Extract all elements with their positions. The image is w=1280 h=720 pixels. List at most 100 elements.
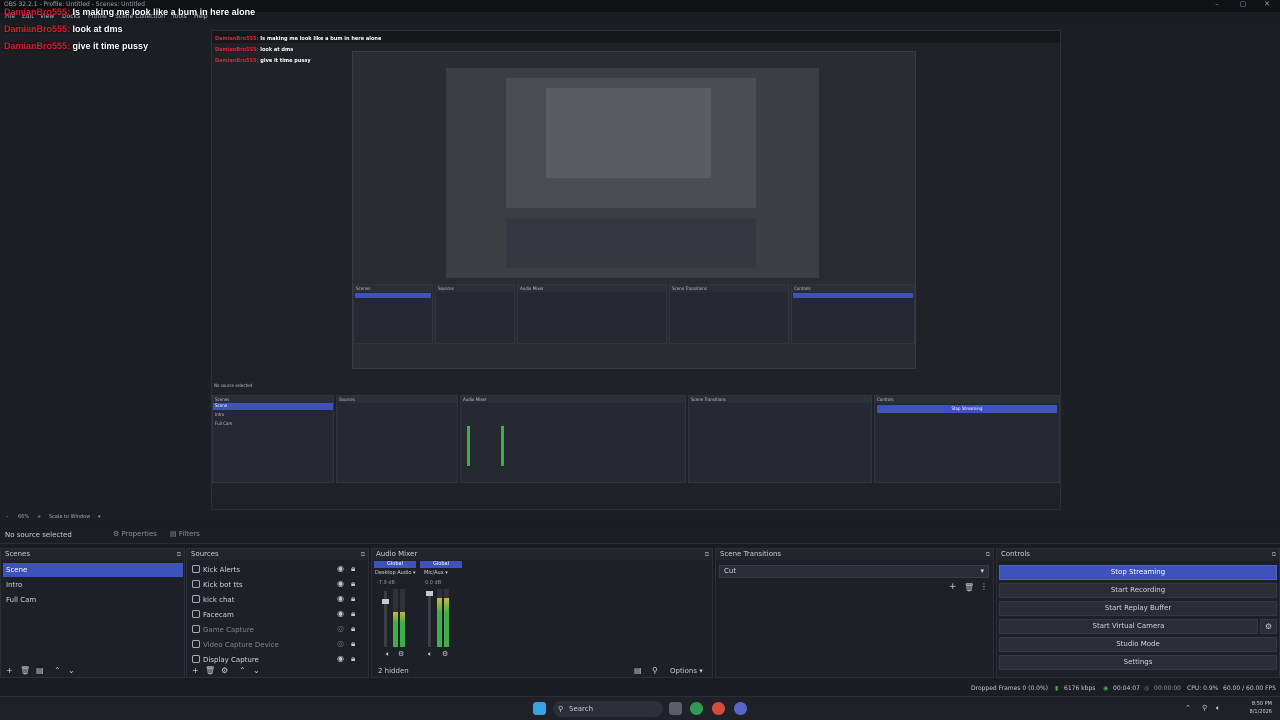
settings-button[interactable]: Settings <box>999 655 1277 670</box>
source-item[interactable]: Game Capture <box>189 623 334 637</box>
gear-icon[interactable]: ⚙ <box>398 650 404 658</box>
zoom-in-icon[interactable]: + <box>37 514 41 520</box>
hidden-count[interactable]: 2 hidden <box>378 667 409 675</box>
transition-select[interactable]: Cut ▾ <box>719 565 989 578</box>
eye-icon[interactable]: ◉ <box>337 564 344 573</box>
record-icon: ◎ <box>1144 685 1150 692</box>
volume-icon[interactable]: 🔈︎ <box>1216 704 1220 713</box>
mixer-layout-icon[interactable]: ▤ <box>634 666 642 675</box>
lock-icon[interactable]: 🔒︎ <box>351 639 355 649</box>
start-recording-button[interactable]: Start Recording <box>999 583 1277 598</box>
volume-handle[interactable] <box>382 599 389 604</box>
eye-icon[interactable]: ◉ <box>337 609 344 618</box>
move-down-icon[interactable]: ⌄ <box>253 666 260 675</box>
eye-icon[interactable]: ◉ <box>337 594 344 603</box>
add-icon[interactable]: + <box>6 666 13 675</box>
trash-icon[interactable]: 🗑 <box>20 666 30 675</box>
zoom-out-icon[interactable]: – <box>6 514 9 520</box>
speaker-icon[interactable]: 🔈︎ <box>428 650 432 659</box>
nested-scenes-dock: Scenes Scene Intro Full Cam <box>212 395 334 483</box>
lock-icon[interactable]: 🔒︎ <box>351 594 355 604</box>
nested-chat-line: DamianBro555: look at dms <box>215 47 294 53</box>
lock-icon[interactable]: 🔒︎ <box>351 654 355 664</box>
fps: 60.00 / 60.00 FPS <box>1223 685 1276 692</box>
lock-icon[interactable]: 🔒︎ <box>351 579 355 589</box>
chevron-down-icon[interactable]: ▾ <box>98 514 101 520</box>
lock-icon[interactable]: 🔒︎ <box>351 624 355 634</box>
channel-name[interactable]: Desktop Audio ▾ <box>375 570 416 576</box>
maximize-button[interactable]: ▢ <box>1232 0 1254 10</box>
source-item[interactable]: kick chat <box>189 593 334 607</box>
close-button[interactable]: ✕ <box>1256 0 1278 10</box>
audio-mixer-title: Audio Mixer ⧉ <box>372 549 712 560</box>
filters-button[interactable]: ▤ Filters <box>170 530 200 538</box>
start-virtual-camera-button[interactable]: Start Virtual Camera <box>999 619 1258 634</box>
scale-mode-select[interactable]: Scale to Window <box>49 514 90 520</box>
scene-item[interactable]: Full Cam <box>3 593 183 607</box>
float-icon[interactable]: ⧉ <box>705 549 709 560</box>
studio-mode-button[interactable]: Studio Mode <box>999 637 1277 652</box>
volume-slider[interactable] <box>428 591 431 647</box>
link-icon[interactable]: ⚲ <box>652 666 658 675</box>
trash-icon[interactable]: 🗑 <box>964 583 974 592</box>
add-icon[interactable]: + <box>949 582 957 592</box>
source-item[interactable]: Facecam <box>189 608 334 622</box>
status-bar: Dropped Frames 0 (0.0%) ▮ 6176 kbps ◉ 00… <box>0 682 1280 696</box>
chrome-icon[interactable] <box>690 702 703 715</box>
chat-text: give it time pussy <box>72 41 149 51</box>
stream-time: 00:04:07 <box>1113 685 1140 692</box>
eye-icon[interactable]: ◉ <box>337 654 344 663</box>
filter-icon[interactable]: ▤ <box>36 666 44 675</box>
eye-icon[interactable]: ◉ <box>337 579 344 588</box>
trash-icon[interactable]: 🗑 <box>205 666 215 675</box>
obs-icon[interactable] <box>734 702 747 715</box>
eye-hidden-icon[interactable]: ◎ <box>337 639 344 648</box>
move-up-icon[interactable]: ⌃ <box>54 666 61 675</box>
taskbar-search[interactable]: ⚲ Search <box>553 701 663 717</box>
scene-item[interactable]: Intro <box>3 578 183 592</box>
move-down-icon[interactable]: ⌄ <box>68 666 75 675</box>
stop-streaming-button[interactable]: Stop Streaming <box>999 565 1277 580</box>
properties-button[interactable]: ⚙ Properties <box>113 530 157 538</box>
float-icon[interactable]: ⧉ <box>986 549 990 560</box>
nested-audio-dock: Audio Mixer <box>460 395 686 483</box>
virtual-camera-gear-icon[interactable]: ⚙ <box>1260 619 1277 634</box>
speaker-icon[interactable]: 🔈︎ <box>386 650 390 659</box>
nested-docks-level2: Scenes Sources Audio Mixer Scene Transit… <box>353 284 915 360</box>
chat-username: DamianBro555: <box>4 7 71 17</box>
windows-start-icon[interactable] <box>533 702 546 715</box>
source-item[interactable]: Kick Alerts <box>189 563 334 577</box>
source-item[interactable]: Video Capture Device <box>189 638 334 652</box>
float-icon[interactable]: ⧉ <box>361 549 365 560</box>
more-icon[interactable]: ⋮ <box>980 582 988 591</box>
taskbar-clock[interactable]: 8:50 PM 8/1/2026 <box>1250 700 1272 716</box>
tray-chevron-icon[interactable]: ⌃ <box>1185 704 1191 712</box>
scene-item[interactable]: Scene <box>3 563 183 577</box>
browser-source-icon <box>192 565 200 573</box>
channel-name[interactable]: Mic/Aux ▾ <box>424 570 448 576</box>
source-item[interactable]: Kick bot tts <box>189 578 334 592</box>
eye-hidden-icon[interactable]: ◎ <box>337 624 344 633</box>
start-replay-buffer-button[interactable]: Start Replay Buffer <box>999 601 1277 616</box>
scene-transitions-title: Scene Transitions ⧉ <box>716 549 993 560</box>
float-icon[interactable]: ⧉ <box>177 549 181 560</box>
add-icon[interactable]: + <box>192 666 199 675</box>
level-meter <box>437 589 442 647</box>
options-button[interactable]: Options ▾ <box>670 667 703 675</box>
gear-icon[interactable]: ⚙ <box>442 650 448 658</box>
nested-controls-dock: Controls Stop Streaming <box>874 395 1060 483</box>
move-up-icon[interactable]: ⌃ <box>239 666 246 675</box>
channel-db: 0.0 dB <box>425 580 442 586</box>
source-item[interactable]: Display Capture <box>189 653 334 667</box>
minimize-button[interactable]: – <box>1206 0 1228 10</box>
task-view-icon[interactable] <box>669 702 682 715</box>
float-icon[interactable]: ⧉ <box>1272 549 1276 560</box>
display-icon <box>192 655 200 663</box>
lock-icon[interactable]: 🔒︎ <box>351 609 355 619</box>
volume-handle[interactable] <box>426 591 433 596</box>
nested-taskbar <box>212 493 1060 509</box>
lock-icon[interactable]: 🔒︎ <box>351 564 355 574</box>
gear-icon[interactable]: ⚙ <box>221 666 228 675</box>
browser-icon[interactable] <box>712 702 725 715</box>
network-icon[interactable]: ⚲ <box>1202 704 1207 712</box>
